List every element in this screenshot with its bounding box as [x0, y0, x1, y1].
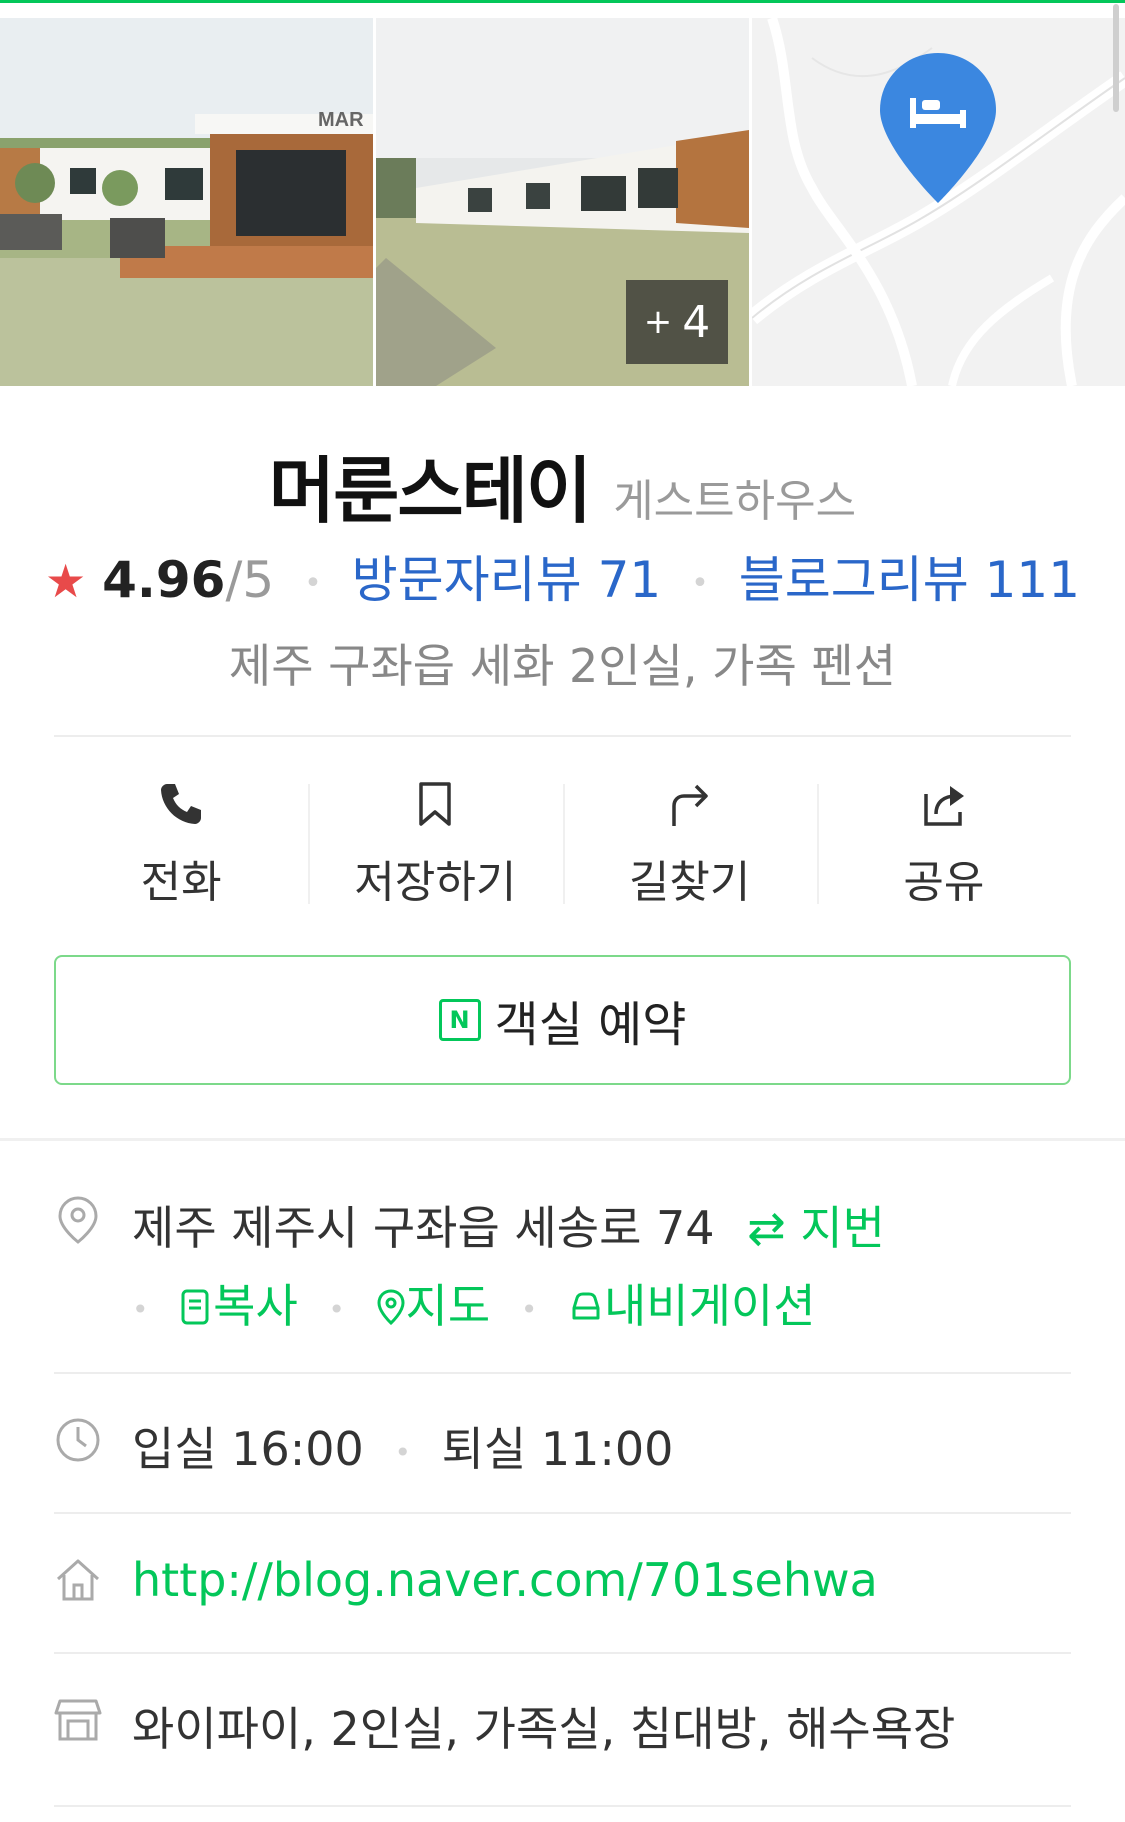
share-icon	[924, 786, 964, 826]
phone-icon	[161, 784, 202, 824]
room-reserve-button[interactable]: N 객실 예약	[54, 955, 1071, 1085]
copy-icon	[181, 1289, 209, 1325]
sign-text: MAR	[318, 109, 364, 131]
plus-sign: +	[643, 302, 673, 342]
rating-score: 4.96	[102, 551, 226, 609]
section-divider	[0, 1138, 1125, 1141]
divider	[54, 1512, 1071, 1514]
reserve-label: 객실 예약	[494, 997, 687, 1053]
place-category: 게스트하우스	[613, 476, 857, 527]
map-button[interactable]: 지도	[376, 1279, 505, 1333]
save-button[interactable]: 저장하기	[308, 780, 562, 910]
address-actions: • 복사 • 지도 • 내비게이션	[132, 1270, 816, 1336]
directions-icon	[671, 784, 708, 826]
swap-icon: ⇄	[747, 1201, 786, 1255]
car-icon	[572, 1292, 600, 1320]
clock-icon	[56, 1418, 100, 1462]
separator-dot: •	[132, 1293, 149, 1326]
more-photos-badge[interactable]: + 4	[626, 280, 728, 364]
divider	[54, 1652, 1071, 1654]
navigation-label: 내비게이션	[603, 1279, 816, 1333]
checkout-time: 퇴실 11:00	[441, 1422, 674, 1476]
place-name: 머룬스테이	[268, 449, 592, 533]
home-icon	[56, 1559, 100, 1601]
map-label: 지도	[405, 1279, 491, 1333]
separator-dot: •	[520, 1293, 538, 1326]
rating-scale: /5	[225, 551, 275, 609]
place-description: 제주 구좌읍 세화 2인실, 가족 펜션	[228, 639, 897, 693]
share-button[interactable]: 공유	[816, 780, 1071, 910]
copy-label: 복사	[213, 1279, 298, 1333]
bookmark-icon	[419, 782, 452, 826]
checkin-time: 입실 16:00	[132, 1422, 364, 1476]
share-label: 공유	[903, 857, 985, 908]
house-photo-1: MAR	[0, 18, 373, 386]
photo-2[interactable]: + 4	[376, 18, 749, 386]
map-pin-icon	[377, 1289, 405, 1326]
jibun-toggle-button[interactable]: ⇄ 지번	[747, 1201, 885, 1255]
rating-row: ★ 4.96/5 • 방문자리뷰 71 • 블로그리뷰 111	[0, 540, 1125, 612]
separator-dot: •	[691, 566, 709, 601]
map-view	[752, 18, 1125, 386]
separator-dot: •	[394, 1436, 411, 1469]
store-icon	[54, 1699, 102, 1741]
copy-button[interactable]: 복사	[179, 1279, 312, 1333]
top-accent-line	[0, 0, 1125, 3]
action-bar: 전화 저장하기 길찾기 공유	[54, 780, 1071, 910]
blog-review-link[interactable]: 블로그리뷰 111	[739, 551, 1080, 609]
divider	[54, 735, 1071, 737]
directions-button[interactable]: 길찾기	[562, 780, 817, 910]
address-text: 제주 제주시 구좌읍 세송로 74	[132, 1201, 715, 1255]
photo-1[interactable]: MAR	[0, 18, 373, 386]
divider	[54, 1805, 1071, 1807]
title-row: 머룬스테이 게스트하우스	[0, 432, 1125, 537]
more-count: 4	[682, 296, 711, 348]
separator-dot: •	[304, 566, 322, 601]
homepage-link[interactable]: http://blog.naver.com/701sehwa	[132, 1553, 878, 1607]
amenities-text: 와이파이, 2인실, 가족실, 침대방, 해수욕장	[132, 1702, 956, 1756]
navigation-button[interactable]: 내비게이션	[568, 1279, 816, 1333]
hours-line: 입실 16:00 • 퇴실 11:00	[132, 1413, 673, 1479]
map-thumbnail[interactable]	[752, 18, 1125, 386]
call-button[interactable]: 전화	[54, 780, 308, 910]
scrollbar[interactable]	[1113, 4, 1119, 112]
call-label: 전화	[140, 857, 222, 908]
naver-booking-icon: N	[438, 999, 481, 1041]
visitor-review-link[interactable]: 방문자리뷰 71	[352, 551, 662, 609]
address-line: 제주 제주시 구좌읍 세송로 74 ⇄ 지번	[132, 1192, 885, 1258]
directions-label: 길찾기	[628, 857, 751, 908]
separator-dot: •	[328, 1293, 345, 1326]
jibun-label: 지번	[800, 1201, 885, 1255]
star-icon: ★	[44, 554, 87, 608]
save-label: 저장하기	[354, 857, 517, 908]
location-pin-icon	[58, 1196, 98, 1244]
photo-strip: MAR + 4	[0, 18, 1125, 386]
divider	[54, 1372, 1071, 1374]
